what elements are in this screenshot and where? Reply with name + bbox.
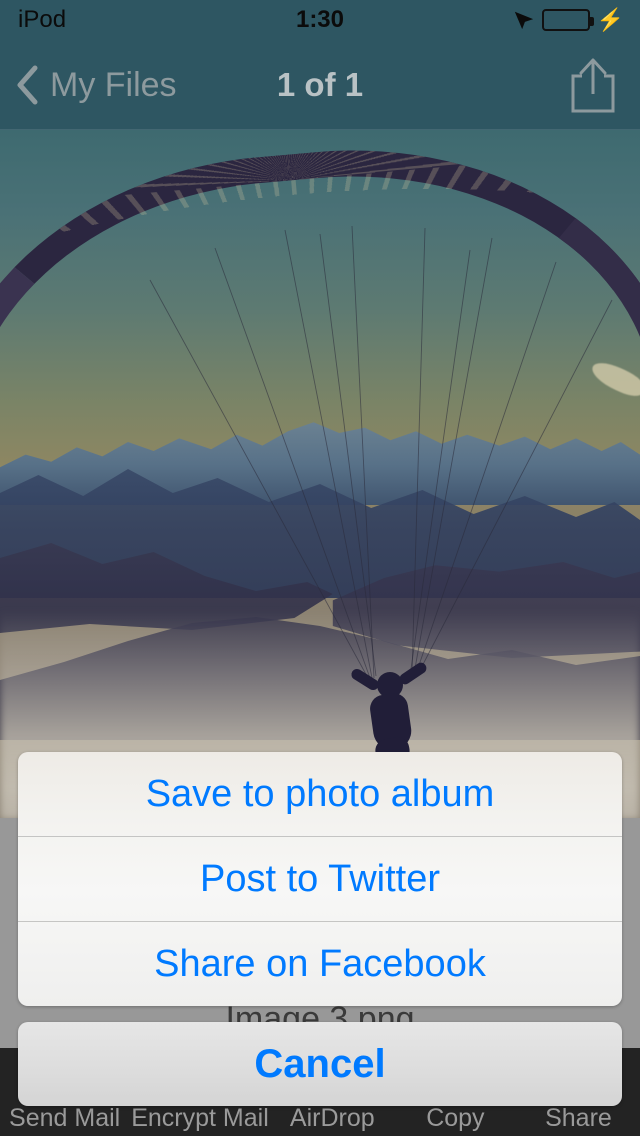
- action-save-to-photo-album[interactable]: Save to photo album: [18, 752, 622, 836]
- cancel-button[interactable]: Cancel: [18, 1022, 622, 1106]
- toolbar-item-send-mail[interactable]: Send Mail: [0, 1104, 129, 1133]
- photo-image[interactable]: [0, 130, 640, 818]
- lightning-bolt-icon: ⚡: [596, 7, 624, 32]
- toolbar-item-share[interactable]: Share: [517, 1104, 640, 1133]
- page-title: 1 of 1: [276, 66, 364, 103]
- toolbar-item-encrypt-mail[interactable]: Encrypt Mail: [129, 1104, 271, 1133]
- share-action-sheet: Save to photo album Post to Twitter Shar…: [18, 752, 622, 1106]
- location-arrow-icon: [514, 11, 533, 30]
- battery-full-icon: [541, 9, 594, 31]
- action-sheet-separator: [18, 921, 622, 922]
- paraglider-canopy: [0, 130, 640, 476]
- action-sheet-separator: [18, 836, 622, 837]
- share-button[interactable]: [568, 40, 618, 130]
- toolbar-item-airdrop[interactable]: AirDrop: [271, 1104, 394, 1133]
- status-bar: iPod 1:30 ⚡: [0, 0, 640, 40]
- navigation-bar: My Files 1 of 1: [0, 40, 640, 130]
- status-bar-indicators: ⚡: [513, 9, 624, 31]
- action-post-to-twitter[interactable]: Post to Twitter: [18, 837, 622, 921]
- action-sheet-button-group: Save to photo album Post to Twitter Shar…: [18, 752, 622, 1006]
- toolbar-item-copy[interactable]: Copy: [394, 1104, 517, 1133]
- action-share-on-facebook[interactable]: Share on Facebook: [18, 922, 622, 1006]
- share-up-arrow-box-icon: [571, 58, 615, 113]
